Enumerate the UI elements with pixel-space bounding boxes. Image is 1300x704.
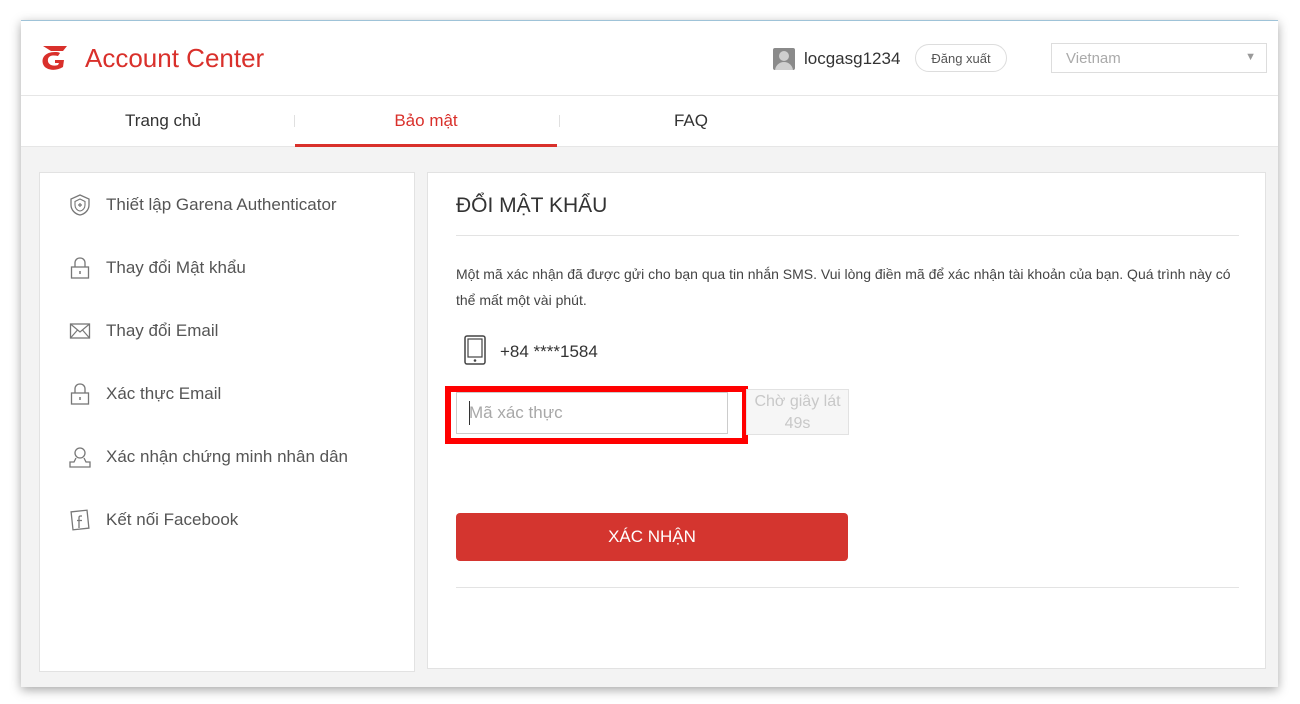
tab-home[interactable]: Trang chủ (34, 96, 292, 146)
sidebar-item-verify-id[interactable]: Xác nhận chứng minh nhân dân (68, 442, 398, 472)
sidebar-item-change-email[interactable]: Thay đổi Email (68, 316, 398, 346)
sidebar-item-facebook[interactable]: Kết nối Facebook (68, 505, 398, 535)
sidebar-item-label: Thiết lập Garena Authenticator (106, 195, 337, 214)
chevron-down-icon: ▼ (1245, 51, 1256, 63)
username[interactable]: locgasg1234 (804, 49, 900, 69)
user-id-icon (69, 447, 91, 468)
country-select[interactable]: Vietnam ▼ (1051, 43, 1267, 73)
sidebar-item-label: Thay đổi Email (106, 321, 219, 340)
divider (456, 587, 1239, 588)
page-title: ĐỔI MẬT KHẨU (456, 194, 608, 217)
resend-countdown: 49s (784, 415, 811, 432)
sidebar-item-label: Xác thực Email (106, 384, 222, 403)
avatar[interactable] (773, 48, 795, 70)
nav-tabs: Trang chủ Bảo mật FAQ (21, 96, 1278, 147)
sidebar-item-verify-email[interactable]: Xác thực Email (68, 379, 398, 409)
garena-logo-icon (42, 46, 67, 70)
shield-icon (70, 194, 90, 216)
sidebar-item-label: Thay đổi Mật khẩu (106, 258, 246, 277)
country-select-value: Vietnam (1066, 50, 1121, 67)
app-window: Account Center locgasg1234 Đăng xuất Vie… (21, 20, 1278, 687)
header: Account Center locgasg1234 Đăng xuất Vie… (21, 21, 1278, 96)
phone-number: +84 ****1584 (500, 342, 598, 361)
sidebar-item-label: Xác nhận chứng minh nhân dân (106, 447, 349, 466)
resend-wait-text: Chờ giây lát (754, 393, 841, 410)
lock-icon (70, 383, 90, 405)
facebook-icon (70, 509, 90, 531)
main-panel: ĐỔI MẬT KHẨU Một mã xác nhận đã được gửi… (427, 172, 1266, 669)
tab-security[interactable]: Bảo mật (295, 96, 557, 147)
sidebar: Thiết lập Garena Authenticator Thay đổi … (39, 172, 415, 672)
logout-button[interactable]: Đăng xuất (915, 44, 1007, 72)
envelope-icon (69, 323, 91, 339)
sidebar-item-authenticator[interactable]: Thiết lập Garena Authenticator (68, 190, 398, 220)
resend-code-button[interactable]: Chờ giây lát 49s (746, 389, 849, 435)
sidebar-item-label: Kết nối Facebook (106, 510, 239, 529)
sidebar-item-change-password[interactable]: Thay đổi Mật khẩu (68, 253, 398, 283)
instruction-text: Một mã xác nhận đã được gửi cho bạn qua … (456, 266, 1231, 308)
divider (456, 235, 1239, 236)
highlight-box (445, 386, 748, 444)
brand-title: Account Center (85, 43, 265, 73)
lock-icon (70, 257, 90, 279)
phone-icon (464, 335, 486, 365)
tab-faq[interactable]: FAQ (560, 96, 822, 146)
confirm-button[interactable]: XÁC NHẬN (456, 513, 848, 561)
